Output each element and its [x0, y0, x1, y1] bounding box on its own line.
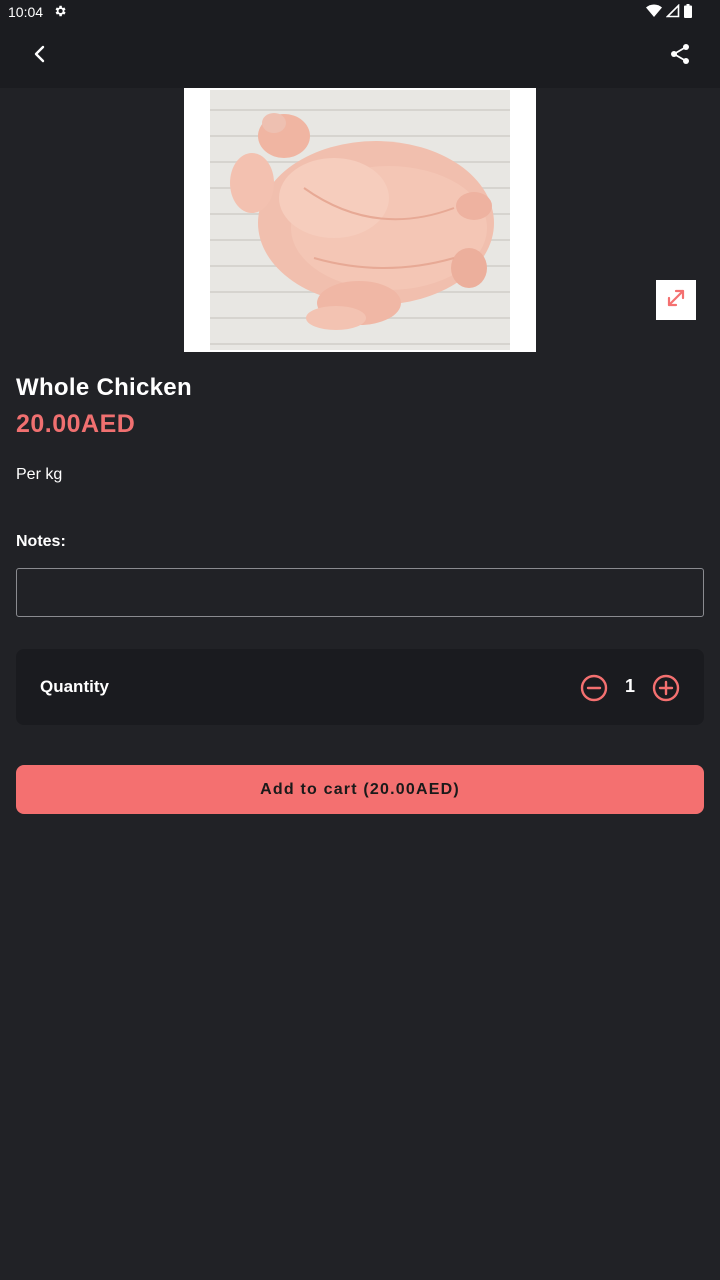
settings-gear-icon	[53, 4, 67, 21]
plus-circle-icon	[651, 674, 681, 707]
product-unit: Per kg	[16, 466, 63, 483]
chevron-left-icon	[28, 42, 52, 71]
app-bar	[0, 24, 720, 88]
battery-icon	[684, 3, 692, 21]
signal-icon	[665, 3, 680, 21]
add-to-cart-button[interactable]: Add to cart (20.00AED)	[16, 765, 704, 814]
whole-chicken-photo	[184, 88, 536, 352]
share-icon	[668, 42, 692, 71]
notes-label: Notes:	[16, 533, 66, 550]
status-time: 10:04	[8, 4, 44, 20]
back-button[interactable]	[16, 32, 64, 80]
status-right	[646, 3, 712, 21]
increase-quantity-button[interactable]	[651, 673, 681, 703]
minus-circle-icon	[579, 674, 609, 707]
quantity-label: Quantity	[40, 677, 109, 696]
notes-input[interactable]	[16, 568, 704, 617]
status-left: 10:04	[8, 4, 67, 21]
share-button[interactable]	[656, 32, 704, 80]
expand-diagonal-icon	[665, 287, 687, 314]
decrease-quantity-button[interactable]	[579, 673, 609, 703]
product-price: 20.00AED	[16, 410, 136, 438]
expand-image-button[interactable]	[656, 280, 696, 320]
status-bar: 10:04	[0, 0, 720, 24]
product-image	[184, 88, 536, 352]
product-title: Whole Chicken	[16, 374, 192, 401]
quantity-value: 1	[624, 676, 635, 696]
quantity-stepper: Quantity 1	[16, 649, 704, 725]
wifi-icon	[646, 4, 662, 21]
